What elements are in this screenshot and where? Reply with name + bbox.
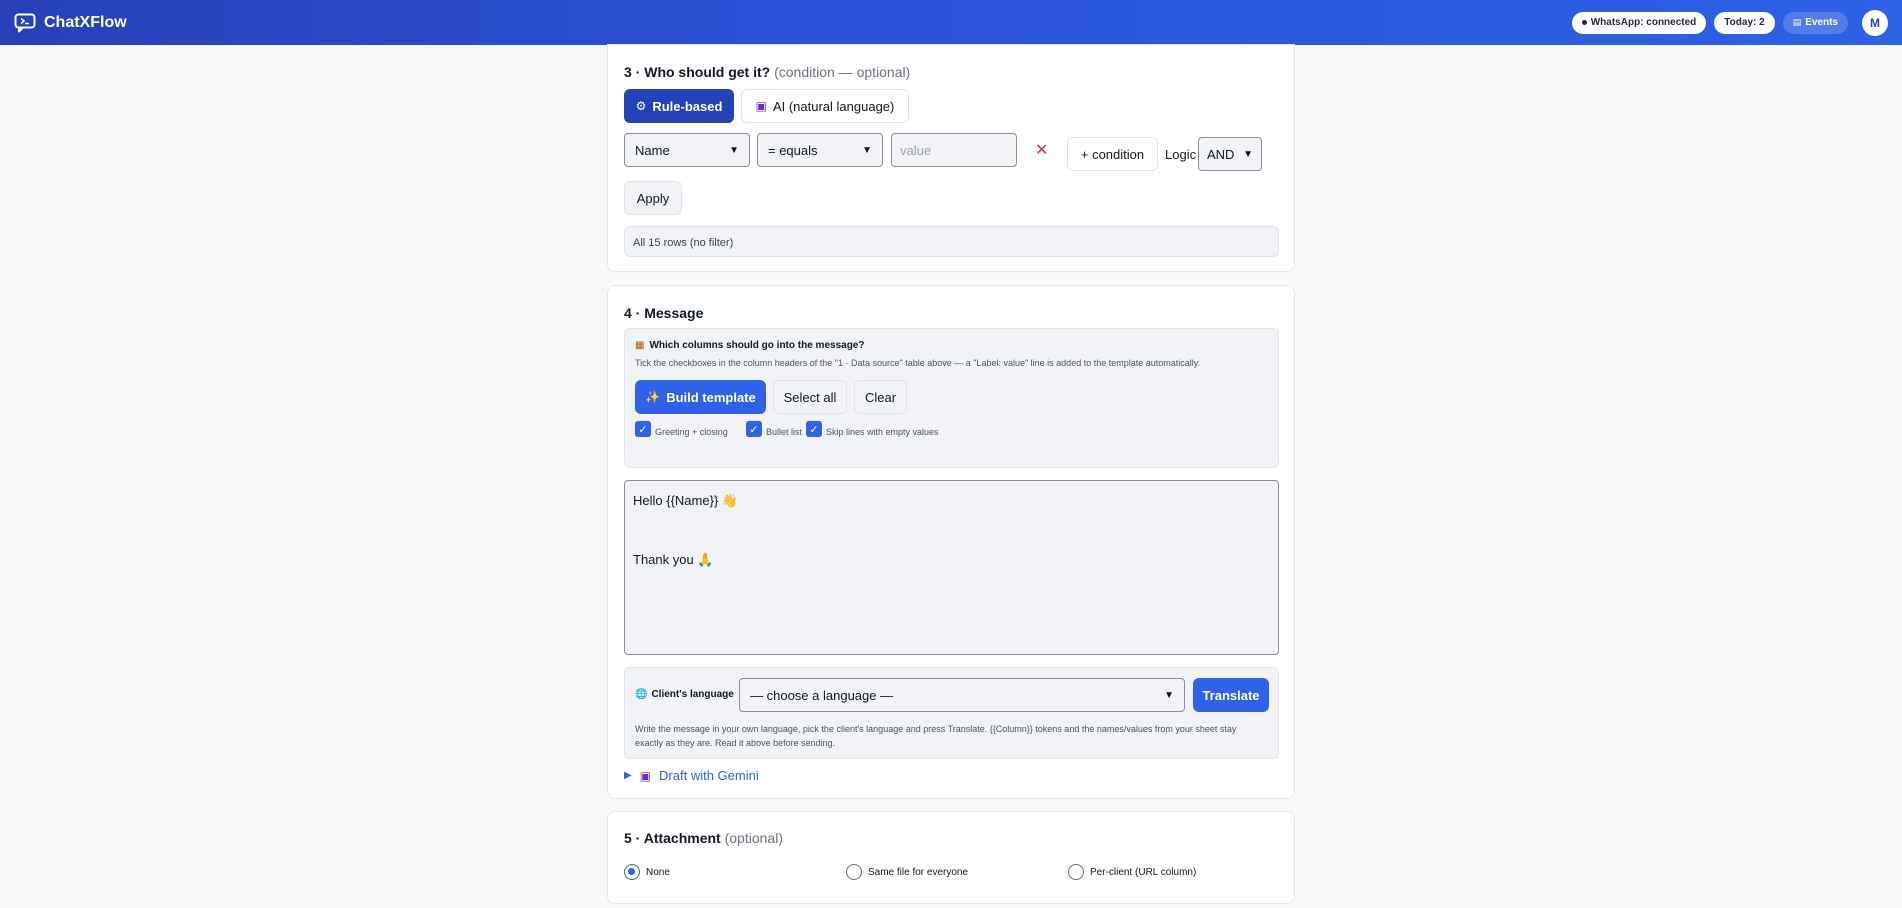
condition-operator-value: = equals xyxy=(768,142,818,158)
attachment-none-option[interactable]: None xyxy=(624,864,670,880)
events-label: Events xyxy=(1805,17,1838,28)
option-greeting-closing[interactable]: ✓ Greeting + closing xyxy=(635,421,728,437)
chevron-down-icon: ▼ xyxy=(1243,148,1253,160)
logic-label: Logic xyxy=(1165,147,1197,162)
tab-ai-natural-language[interactable]: ▣ AI (natural language) xyxy=(741,89,909,123)
option-skip-empty[interactable]: ✓ Skip lines with empty values xyxy=(806,421,939,437)
section-5-subtitle: (optional) xyxy=(724,830,783,846)
filter-status-text: All 15 rows (no filter) xyxy=(633,237,734,249)
attachment-per-client-radio[interactable] xyxy=(1068,864,1084,880)
client-language-value: — choose a language — xyxy=(750,687,894,703)
brand-name: ChatXFlow xyxy=(44,13,127,31)
clear-button[interactable]: Clear xyxy=(854,380,907,414)
skip-empty-checkbox[interactable]: ✓ xyxy=(806,421,822,437)
section-3-subtitle: (condition — optional) xyxy=(774,64,911,80)
section-5-heading: 5 · Attachment xyxy=(624,830,721,846)
chat-logo-icon xyxy=(14,13,36,32)
client-language-text: Client's language xyxy=(651,689,734,700)
condition-field-value: Name xyxy=(635,142,670,158)
skip-empty-label: Skip lines with empty values xyxy=(826,427,939,437)
message-line-greeting: Hello {{Name}} 👋 xyxy=(633,493,739,508)
draft-with-gemini-toggle[interactable]: ▶ ▣ Draft with Gemini xyxy=(624,768,759,783)
list-icon: ▤ xyxy=(1792,17,1802,28)
add-condition-label: + condition xyxy=(1080,146,1145,162)
add-condition-button[interactable]: + condition xyxy=(1067,137,1158,171)
tab-rule-based-label: Rule-based xyxy=(652,98,723,114)
sparkles-icon: ✨ xyxy=(645,390,661,404)
draft-with-gemini-label: Draft with Gemini xyxy=(659,768,759,783)
columns-heading: ▦ Which columns should go into the messa… xyxy=(635,340,864,351)
apply-button[interactable]: Apply xyxy=(624,181,682,215)
section-5-title: 5 · Attachment (optional) xyxy=(624,830,783,846)
section-3-heading: 3 · Who should get it? xyxy=(624,64,771,80)
client-language-label: 🌐 Client's language xyxy=(635,689,734,700)
globe-icon: 🌐 xyxy=(635,689,648,700)
logic-select[interactable]: AND ▼ xyxy=(1198,137,1262,171)
today-count-text: Today: 2 xyxy=(1724,17,1765,28)
bullet-list-checkbox[interactable]: ✓ xyxy=(746,421,762,437)
greeting-closing-checkbox[interactable]: ✓ xyxy=(635,421,651,437)
robot-icon: ▣ xyxy=(639,768,652,783)
logic-value: AND xyxy=(1207,146,1235,162)
today-count-badge: Today: 2 xyxy=(1714,11,1775,34)
greeting-closing-label: Greeting + closing xyxy=(655,427,728,437)
translate-panel: 🌐 Client's language — choose a language … xyxy=(624,667,1279,759)
translate-button[interactable]: Translate xyxy=(1193,678,1269,712)
tab-rule-based[interactable]: ⚙ Rule-based xyxy=(624,89,734,123)
clear-label: Clear xyxy=(864,389,897,405)
attachment-card: 5 · Attachment (optional) None Same file… xyxy=(607,811,1295,904)
attachment-same-radio[interactable] xyxy=(846,864,862,880)
message-textarea[interactable]: Hello {{Name}} 👋 Thank you 🙏 xyxy=(624,480,1279,655)
attachment-same-option[interactable]: Same file for everyone xyxy=(846,864,968,880)
attachment-per-client-option[interactable]: Per-client (URL column) xyxy=(1068,864,1196,880)
select-all-button[interactable]: Select all xyxy=(773,380,847,414)
build-template-button[interactable]: ✨ Build template xyxy=(635,380,766,414)
gear-icon: ⚙ xyxy=(635,99,647,113)
translate-label: Translate xyxy=(1202,687,1260,703)
condition-value-placeholder: value xyxy=(900,142,932,158)
section-3-title: 3 · Who should get it? (condition — opti… xyxy=(624,64,910,80)
message-card: 4 · Message ▦ Which columns should go in… xyxy=(607,285,1295,799)
attachment-none-label: None xyxy=(646,866,670,878)
status-dot-icon xyxy=(1581,20,1587,25)
columns-panel: ▦ Which columns should go into the messa… xyxy=(624,328,1279,468)
client-language-select[interactable]: — choose a language — ▼ xyxy=(739,678,1185,712)
chevron-down-icon: ▼ xyxy=(862,144,872,156)
condition-card: 3 · Who should get it? (condition — opti… xyxy=(607,44,1295,272)
condition-operator-select[interactable]: = equals ▼ xyxy=(757,133,883,167)
remove-condition-icon[interactable]: ✕ xyxy=(1035,140,1048,160)
brand[interactable]: ChatXFlow xyxy=(14,13,127,33)
translate-help-text: Write the message in your own language, … xyxy=(635,724,1237,748)
option-bullet-list[interactable]: ✓ Bullet list xyxy=(746,421,802,437)
apply-label: Apply xyxy=(636,190,670,206)
section-4-title: 4 · Message xyxy=(624,305,704,321)
whatsapp-status-text: WhatsApp: connected xyxy=(1590,17,1697,28)
bullet-list-label: Bullet list xyxy=(766,427,803,437)
select-all-label: Select all xyxy=(783,389,837,405)
top-bar: ChatXFlow WhatsApp: connected Today: 2 ▤… xyxy=(0,0,1902,45)
attachment-per-client-label: Per-client (URL column) xyxy=(1090,866,1197,878)
table-icon: ▦ xyxy=(635,340,645,351)
attachment-same-label: Same file for everyone xyxy=(868,866,969,878)
attachment-none-radio[interactable] xyxy=(624,864,640,880)
robot-icon: ▣ xyxy=(755,99,767,113)
chevron-down-icon: ▼ xyxy=(1164,689,1174,701)
tab-ai-label: AI (natural language) xyxy=(772,98,895,114)
chevron-down-icon: ▼ xyxy=(729,144,739,156)
condition-field-select[interactable]: Name ▼ xyxy=(624,133,750,167)
message-line-closing: Thank you 🙏 xyxy=(633,552,714,567)
whatsapp-status-badge: WhatsApp: connected xyxy=(1571,11,1707,34)
events-button[interactable]: ▤ Events xyxy=(1782,11,1848,34)
columns-help-text: Tick the checkboxes in the column header… xyxy=(635,358,1201,368)
build-template-label: Build template xyxy=(666,389,756,405)
condition-value-input[interactable]: value xyxy=(891,133,1017,167)
filter-status: All 15 rows (no filter) xyxy=(624,226,1279,257)
avatar[interactable]: M xyxy=(1862,9,1888,36)
caret-right-icon: ▶ xyxy=(624,770,632,781)
columns-heading-text: Which columns should go into the message… xyxy=(649,340,865,351)
